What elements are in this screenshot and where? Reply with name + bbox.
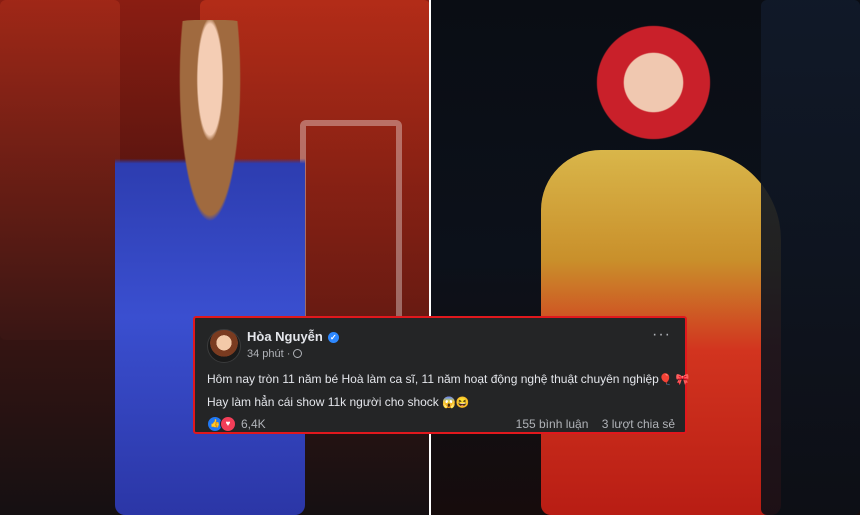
post-text-line-2: Hay làm hẳn cái show 11k người cho shock… [207,395,470,409]
reaction-count: 6,4K [241,417,266,431]
post-time[interactable]: 34 phút · [247,348,290,360]
author-name-row: Hòa Nguyễn ✓ [247,329,339,344]
right-photo [431,0,860,515]
author-name[interactable]: Hòa Nguyễn [247,329,323,344]
balloon-ribbon-emoji: 🎈 🎀 [658,374,690,386]
love-reaction-icon: ♥ [220,416,236,432]
left-photo [0,0,429,515]
share-count[interactable]: 3 lượt chia sẻ [602,417,675,431]
shock-laugh-emoji: 😱😆 [442,397,470,409]
more-options-icon[interactable]: ··· [652,326,671,344]
reaction-summary[interactable]: 👍 ♥ 6,4K [207,416,266,432]
post-stats: 155 bình luận 3 lượt chia sẻ [516,417,675,431]
verified-badge-icon: ✓ [327,332,339,343]
post-meta: 34 phút · [247,348,303,360]
facebook-post-card: Hòa Nguyễn ✓ 34 phút · ··· Hôm nay tròn 1… [193,316,689,434]
post-text-2: Hay làm hẳn cái show 11k người cho shock [207,395,439,409]
post-text-1: Hôm nay tròn 11 năm bé Hoà làm ca sĩ, 11… [207,372,659,386]
globe-icon [293,349,303,358]
post-text-line-1: Hôm nay tròn 11 năm bé Hoà làm ca sĩ, 11… [207,372,689,386]
author-avatar[interactable] [207,329,241,363]
comment-count[interactable]: 155 bình luận [516,417,589,431]
